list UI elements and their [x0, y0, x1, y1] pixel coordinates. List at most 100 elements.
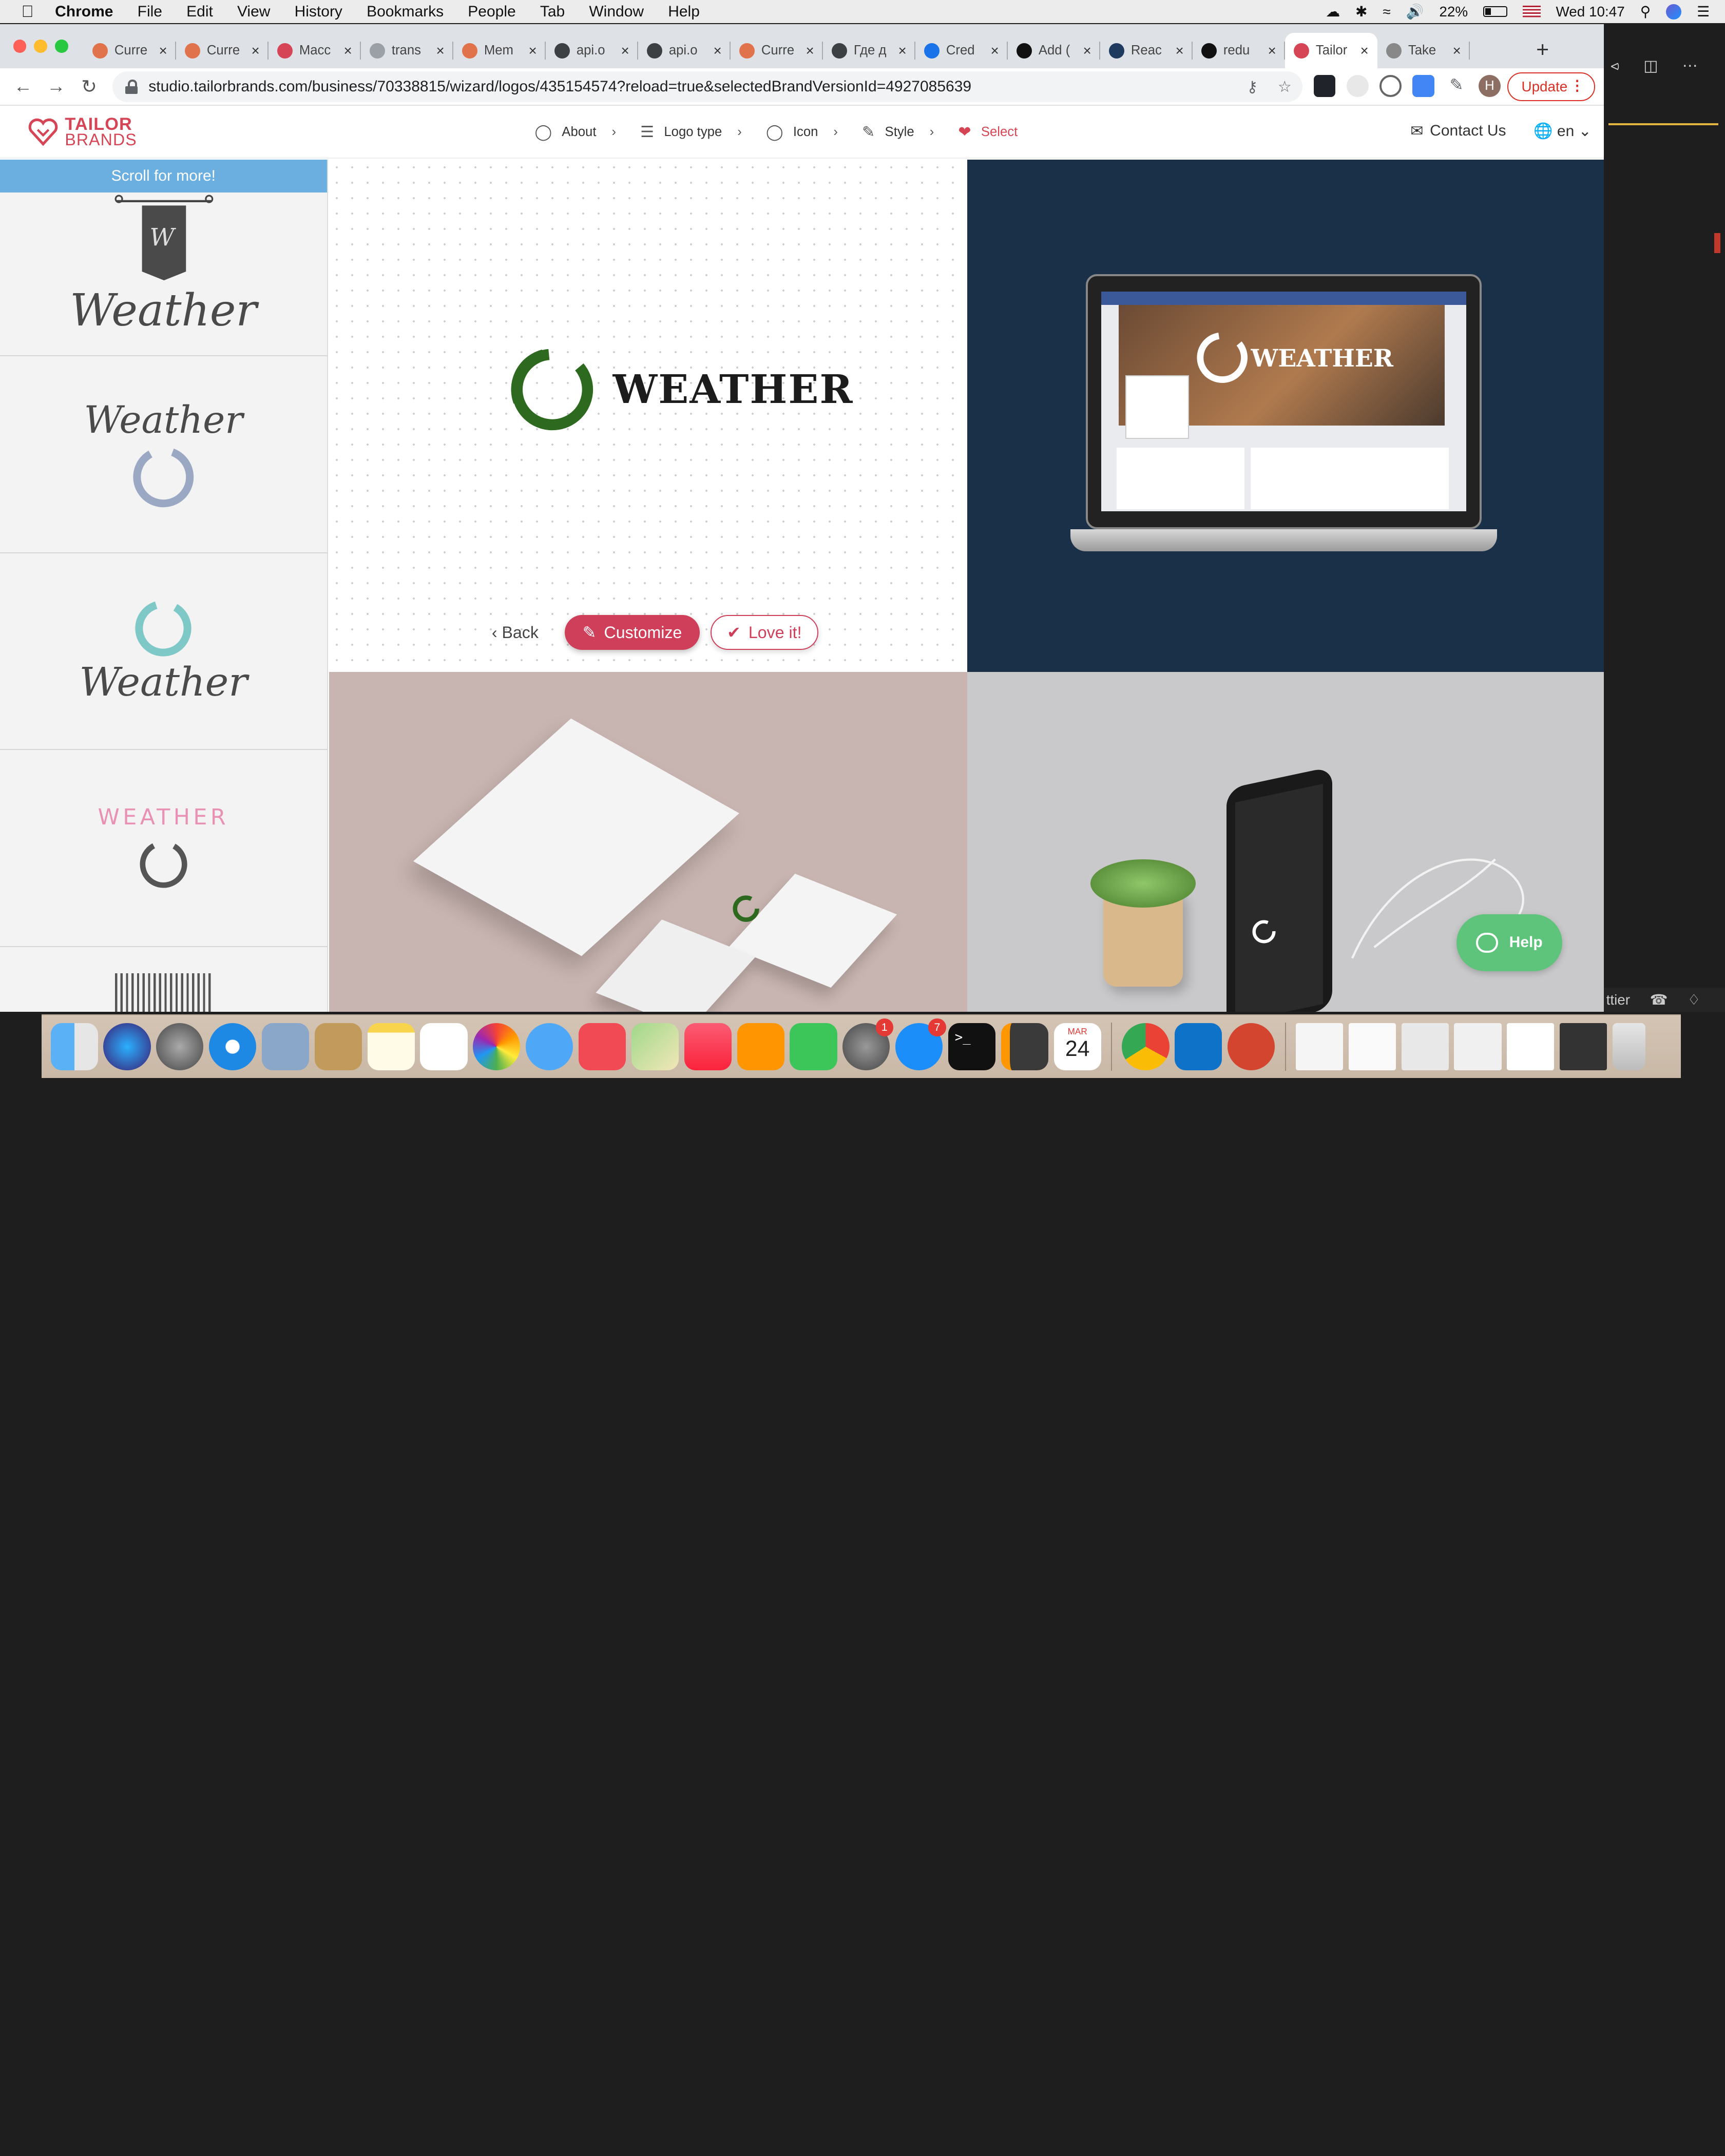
music-icon[interactable] [684, 1023, 732, 1070]
terminal-icon[interactable]: >_ [948, 1023, 996, 1070]
finder-icon[interactable] [50, 1023, 98, 1070]
browser-tab[interactable]: api.o × [638, 33, 731, 68]
close-tab-icon[interactable]: × [436, 43, 444, 59]
notifications-bell-icon[interactable]: ♢ [1688, 991, 1700, 1008]
bookmark-star-icon[interactable]: ☆ [1278, 78, 1292, 96]
reminders-icon[interactable] [420, 1023, 468, 1070]
menu-edit[interactable]: Edit [186, 3, 213, 21]
input-source-flag-icon[interactable] [1523, 5, 1541, 18]
reload-icon[interactable]: ↻ [72, 75, 105, 98]
url-text[interactable]: studio.tailorbrands.com/business/7033881… [148, 78, 971, 95]
books-icon[interactable] [737, 1023, 784, 1070]
browser-tab[interactable]: api.o × [546, 33, 638, 68]
browser-tab[interactable]: Curre × [176, 33, 269, 68]
back-button[interactable]: ‹ Back [492, 623, 539, 642]
menu-help[interactable]: Help [668, 3, 700, 21]
mail-bird-icon[interactable] [261, 1023, 310, 1070]
step-select[interactable]: ❤ Select [958, 123, 1018, 141]
minimize-window-button[interactable] [34, 40, 48, 53]
close-tab-icon[interactable]: × [1452, 43, 1461, 59]
minimized-window-thumbnail[interactable] [1348, 1023, 1396, 1070]
minimized-window-thumbnail[interactable] [1507, 1023, 1555, 1070]
sublime-text-icon[interactable] [1001, 1023, 1048, 1070]
step-icon[interactable]: ◯ Icon › [766, 123, 838, 141]
step-style[interactable]: ✎ Style › [862, 123, 934, 141]
step-logo-type[interactable]: ☰ Logo type › [640, 123, 742, 141]
close-tab-icon[interactable]: × [621, 43, 629, 59]
browser-tab[interactable]: Tailor × [1285, 33, 1377, 68]
new-tab-button[interactable]: + [1536, 37, 1549, 63]
browser-tab[interactable]: Add (× [1008, 33, 1100, 68]
menu-window[interactable]: Window [589, 3, 644, 21]
calendar-icon[interactable]: MAR 24 [1053, 1023, 1101, 1070]
browser-tab[interactable]: redu × [1193, 33, 1285, 68]
safari-icon[interactable] [209, 1023, 257, 1070]
notes-icon[interactable] [367, 1023, 415, 1070]
minimized-window-thumbnail[interactable] [1401, 1023, 1449, 1070]
battery-icon[interactable] [1483, 6, 1508, 17]
creative-cloud-icon[interactable]: ☁ [1326, 3, 1340, 20]
browser-tab[interactable]: trans × [361, 33, 453, 68]
contact-us-link[interactable]: ✉ Contact Us [1410, 122, 1506, 140]
clock[interactable]: Wed 10:47 [1556, 4, 1625, 20]
close-tab-icon[interactable]: × [713, 43, 721, 59]
chrome-icon[interactable] [1122, 1023, 1170, 1070]
menu-history[interactable]: History [295, 3, 342, 21]
back-arrow-icon[interactable]: ← [7, 75, 40, 97]
maps-icon[interactable] [631, 1023, 679, 1070]
logo-option-1[interactable]: W Weather [0, 192, 327, 357]
menu-tab[interactable]: Tab [540, 3, 565, 21]
status-text[interactable]: ttier [1606, 992, 1630, 1008]
react-devtools-icon[interactable] [1313, 74, 1336, 97]
browser-tab[interactable]: Macc × [269, 33, 361, 68]
close-tab-icon[interactable]: × [1268, 43, 1276, 59]
language-selector[interactable]: 🌐 en ⌄ [1534, 122, 1592, 140]
close-window-button[interactable] [13, 40, 27, 53]
siri-icon[interactable] [103, 1023, 151, 1070]
source-control-icon[interactable]: ⪦ [1611, 57, 1619, 75]
zoom-window-button[interactable] [55, 40, 68, 53]
minimized-window-thumbnail[interactable] [1454, 1023, 1502, 1070]
close-tab-icon[interactable]: × [1360, 43, 1368, 59]
browser-tab[interactable]: Reac × [1100, 33, 1193, 68]
vscode-icon[interactable] [1175, 1023, 1222, 1070]
battery-percent[interactable]: 22% [1439, 4, 1468, 20]
menu-app-name[interactable]: Chrome [55, 3, 113, 21]
browser-tab[interactable]: Где д × [823, 33, 915, 68]
messages-icon[interactable] [526, 1023, 573, 1070]
logo-option-4[interactable]: WEATHER [0, 750, 327, 947]
help-button[interactable]: Help [1456, 914, 1562, 972]
update-button[interactable]: Update ⋮ [1507, 72, 1596, 102]
love-it-button[interactable]: ✔ Love it! [711, 614, 818, 650]
extension-circle-icon[interactable] [1379, 74, 1402, 97]
wifi-icon[interactable]: ≈ [1383, 4, 1390, 20]
profile-avatar[interactable]: H [1478, 74, 1501, 97]
logo-option-3[interactable]: Weather [0, 553, 327, 750]
photos-icon[interactable] [473, 1023, 521, 1070]
close-tab-icon[interactable]: × [159, 43, 167, 59]
menu-people[interactable]: People [468, 3, 515, 21]
step-about[interactable]: ◯ About › [534, 123, 616, 141]
browser-tab[interactable]: Cred × [915, 33, 1008, 68]
live-share-icon[interactable]: ☎ [1650, 991, 1668, 1008]
trash-icon[interactable] [1612, 1023, 1646, 1070]
browser-tab[interactable]: Curre × [84, 33, 176, 68]
logo-option-5[interactable] [0, 947, 327, 1012]
menu-file[interactable]: File [138, 3, 162, 21]
bluetooth-icon[interactable]: ✱ [1355, 3, 1367, 20]
more-menu-icon[interactable]: ⋮ [1570, 77, 1584, 94]
notification-center-icon[interactable]: ☰ [1697, 3, 1710, 20]
siri-icon[interactable] [1666, 4, 1682, 20]
customize-button[interactable]: ✎ Customize [565, 614, 700, 650]
close-tab-icon[interactable]: × [528, 43, 536, 59]
forward-arrow-icon[interactable]: → [40, 75, 72, 97]
contacts-icon[interactable] [314, 1023, 362, 1070]
close-tab-icon[interactable]: × [1083, 43, 1091, 59]
volume-icon[interactable]: 🔊 [1406, 3, 1424, 20]
logo-option-2[interactable]: Weather [0, 356, 327, 553]
extensions-puzzle-icon[interactable]: ✎ [1445, 74, 1468, 97]
browser-tab[interactable]: Take × [1377, 33, 1470, 68]
close-tab-icon[interactable]: × [806, 43, 814, 59]
close-tab-icon[interactable]: × [990, 43, 999, 59]
key-icon[interactable]: ⚷ [1247, 78, 1258, 96]
